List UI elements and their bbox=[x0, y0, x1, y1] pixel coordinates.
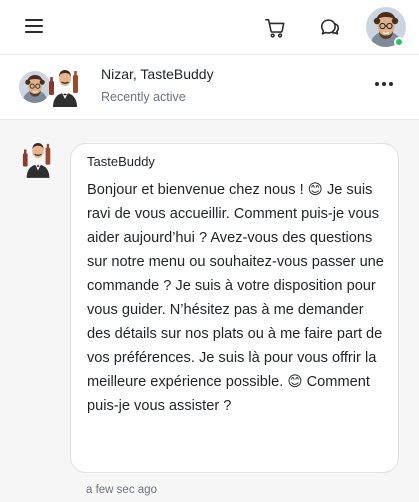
hamburger-menu-icon[interactable] bbox=[25, 18, 43, 34]
more-dots-icon[interactable] bbox=[375, 82, 395, 88]
chat-bubbles-icon[interactable] bbox=[319, 16, 341, 38]
cart-icon[interactable] bbox=[264, 17, 286, 39]
message-sender: TasteBuddy bbox=[87, 154, 155, 169]
conversation-status: Recently active bbox=[101, 90, 186, 104]
tastebuddy-avatar bbox=[21, 139, 55, 179]
top-bar bbox=[0, 0, 419, 54]
conversation-title: Nizar, TasteBuddy bbox=[101, 66, 214, 82]
conversation-avatars bbox=[17, 67, 83, 107]
message-list: TasteBuddy Bonjour et bienvenue chez nou… bbox=[0, 120, 419, 502]
online-status-dot bbox=[394, 37, 404, 47]
message-text: Bonjour et bienvenue chez nous ! 😊 Je su… bbox=[87, 182, 384, 414]
tastebuddy-waiter-avatar bbox=[47, 67, 83, 107]
message-bubble: TasteBuddy Bonjour et bienvenue chez nou… bbox=[70, 143, 399, 473]
conversation-header: Nizar, TasteBuddy Recently active bbox=[0, 55, 419, 119]
message-timestamp: a few sec ago bbox=[86, 484, 157, 496]
